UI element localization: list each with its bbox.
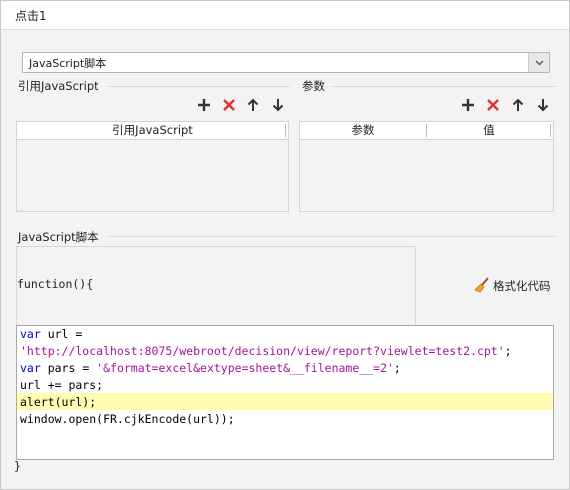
code-editor[interactable]: var url = 'http://localhost:8075/webroot… [16, 325, 554, 460]
script-separator [108, 236, 556, 237]
ref-js-move-up-button[interactable] [245, 97, 261, 113]
script-section-label: JavaScript脚本 [18, 230, 99, 244]
ref-js-table[interactable]: 引用JavaScript [16, 121, 289, 212]
move-up-icon [512, 98, 524, 111]
code-line-5: alert(url); [20, 395, 97, 409]
params-table-header: 参数 值 [300, 122, 553, 140]
delete-icon [223, 99, 235, 111]
code-line-3: var pars = '&format=excel&extype=sheet&_… [20, 361, 401, 375]
function-close-text: } [14, 459, 21, 473]
dropdown-toggle-button[interactable] [528, 53, 549, 72]
code-line-4: url += pars; [20, 378, 104, 392]
title-bar: 点击1 [1, 1, 569, 30]
params-column-header[interactable]: 参数 [300, 122, 426, 139]
params-move-down-button[interactable] [535, 97, 551, 113]
code-line-2: 'http://localhost:8075/webroot/decision/… [20, 344, 512, 358]
ref-js-column-header[interactable]: 引用JavaScript [17, 122, 288, 139]
script-type-dropdown[interactable]: JavaScript脚本 [22, 52, 550, 73]
params-section-label: 参数 [302, 79, 325, 93]
add-icon [462, 99, 474, 111]
ref-js-separator [108, 86, 290, 87]
code-line-6: window.open(FR.cjkEncode(url)); [20, 412, 235, 426]
params-separator [330, 86, 556, 87]
column-divider [285, 124, 286, 137]
dialog-title: 点击1 [15, 9, 47, 23]
params-delete-button[interactable] [485, 97, 501, 113]
move-down-icon [272, 99, 284, 112]
format-code-label: 格式化代码 [493, 279, 551, 293]
chevron-down-icon [535, 60, 544, 66]
broom-icon [474, 277, 489, 293]
params-table[interactable]: 参数 值 [299, 121, 554, 212]
delete-icon [487, 99, 499, 111]
params-move-up-button[interactable] [510, 97, 526, 113]
code-line-1: var url = [20, 327, 83, 341]
params-add-button[interactable] [460, 97, 476, 113]
function-open-text: function(){ [17, 277, 94, 291]
value-column-header[interactable]: 值 [427, 122, 551, 139]
ref-js-delete-button[interactable] [221, 97, 237, 113]
ref-js-table-header: 引用JavaScript [17, 122, 288, 140]
ref-js-section-label: 引用JavaScript [18, 79, 99, 93]
move-down-icon [537, 99, 549, 112]
add-icon [198, 99, 210, 111]
dropdown-selected-value: JavaScript脚本 [29, 57, 107, 70]
current-line-highlight [17, 393, 553, 410]
ref-js-move-down-button[interactable] [270, 97, 286, 113]
ref-js-add-button[interactable] [196, 97, 212, 113]
column-divider [550, 124, 551, 137]
move-up-icon [247, 98, 259, 111]
